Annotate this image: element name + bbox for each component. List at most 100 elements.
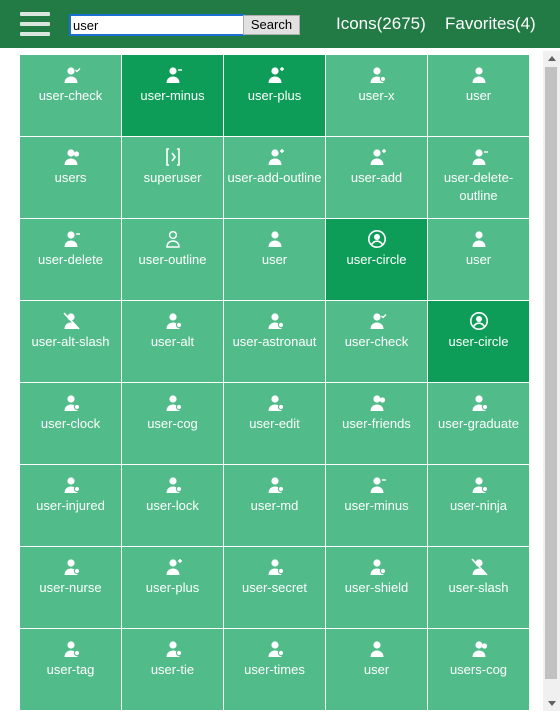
icon-tile[interactable]: user-clock: [20, 383, 121, 464]
icon-tile[interactable]: user-plus: [224, 55, 325, 136]
icon-tile[interactable]: user: [428, 219, 529, 300]
user-tie-icon: [163, 639, 183, 659]
user-times-icon: [265, 639, 285, 659]
icon-tile-label: user-delete: [37, 252, 104, 267]
icon-tile[interactable]: user: [428, 55, 529, 136]
icon-tile[interactable]: user-add: [326, 137, 427, 218]
icon-tile-label: user-tie: [150, 662, 195, 677]
search-input[interactable]: [69, 14, 245, 36]
icon-tile[interactable]: user-minus: [326, 465, 427, 546]
icon-tile[interactable]: user: [224, 219, 325, 300]
icon-tile-label: user-nurse: [39, 580, 102, 595]
icon-tile[interactable]: user-nurse: [20, 547, 121, 628]
icon-tile-label: user-lock: [146, 498, 199, 513]
user-astronaut-icon: [265, 311, 285, 331]
icon-tile-label: user: [465, 88, 492, 103]
icon-tile-label: user-times: [244, 662, 305, 677]
user-check-icon: [367, 311, 387, 331]
user-tag-icon: [61, 639, 81, 659]
icon-tile-label: user-add: [350, 170, 403, 185]
user-circle-icon: [469, 311, 489, 331]
icon-tile[interactable]: user-cog: [122, 383, 223, 464]
user-add-outline-icon: [265, 147, 285, 167]
icon-tile-label: user-minus: [344, 498, 409, 513]
icon-tile[interactable]: superuser: [122, 137, 223, 218]
icon-tile-label: user-plus: [247, 88, 302, 103]
user-icon: [469, 229, 489, 249]
user-slash-icon: [469, 557, 489, 577]
icon-tile[interactable]: users: [20, 137, 121, 218]
icon-tile[interactable]: user-shield: [326, 547, 427, 628]
icon-tile[interactable]: user-tag: [20, 629, 121, 710]
icon-tile[interactable]: user-lock: [122, 465, 223, 546]
icon-tile-label: user-friends: [342, 416, 411, 431]
icon-tile[interactable]: user-ninja: [428, 465, 529, 546]
users-cog-icon: [469, 639, 489, 659]
scroll-down-arrow[interactable]: [543, 696, 560, 711]
icon-tile[interactable]: user-delete: [20, 219, 121, 300]
icon-tile[interactable]: user-alt-slash: [20, 301, 121, 382]
icon-tile[interactable]: user-check: [326, 301, 427, 382]
user-nurse-icon: [61, 557, 81, 577]
icon-tile[interactable]: user-add-outline: [224, 137, 325, 218]
icon-tile-label: user-graduate: [438, 416, 519, 431]
menu-icon[interactable]: [20, 12, 50, 36]
icon-tile[interactable]: user-alt: [122, 301, 223, 382]
icon-tile[interactable]: user-slash: [428, 547, 529, 628]
icon-tile[interactable]: user-outline: [122, 219, 223, 300]
user-outline-icon: [163, 229, 183, 249]
icon-tile-label: user-x: [358, 88, 395, 103]
icon-tile[interactable]: user-times: [224, 629, 325, 710]
icon-tile-label: user: [261, 252, 288, 267]
icon-tile-label: user-delete-outline: [443, 170, 514, 203]
icon-tile[interactable]: users-cog: [428, 629, 529, 710]
icon-tile[interactable]: user-delete-outline: [428, 137, 529, 218]
user-minus-icon: [367, 475, 387, 495]
user-check-icon: [61, 65, 81, 85]
icon-tile[interactable]: user-md: [224, 465, 325, 546]
icon-tile[interactable]: user: [326, 629, 427, 710]
icon-tile[interactable]: user-circle: [326, 219, 427, 300]
icon-tile-label: user-ninja: [449, 498, 508, 513]
scrollbar[interactable]: [543, 51, 560, 711]
scroll-up-arrow[interactable]: [543, 51, 560, 66]
icon-tile-label: user-alt: [150, 334, 195, 349]
icon-tile[interactable]: user-friends: [326, 383, 427, 464]
user-icon: [469, 65, 489, 85]
icon-tile-label: users: [54, 170, 87, 185]
scrollbar-thumb[interactable]: [545, 67, 557, 679]
icon-tile-label: user-clock: [40, 416, 101, 431]
icon-tile-label: user-outline: [138, 252, 207, 267]
icon-tile-label: user-alt-slash: [31, 334, 110, 349]
icon-tile-label: users-cog: [449, 662, 508, 677]
icon-tile[interactable]: user-tie: [122, 629, 223, 710]
superuser-icon: [163, 147, 183, 167]
user-ninja-icon: [469, 475, 489, 495]
user-delete-outline-icon: [469, 147, 489, 167]
icon-tile-label: superuser: [143, 170, 202, 185]
icon-tile-label: user-minus: [140, 88, 205, 103]
icon-tile[interactable]: user-edit: [224, 383, 325, 464]
icon-tile[interactable]: user-minus: [122, 55, 223, 136]
user-secret-icon: [265, 557, 285, 577]
icons-link[interactable]: Icons(2675): [336, 14, 426, 34]
favorites-link[interactable]: Favorites(4): [445, 14, 536, 34]
icon-tile[interactable]: user-astronaut: [224, 301, 325, 382]
user-shield-icon: [367, 557, 387, 577]
user-friends-icon: [367, 393, 387, 413]
icon-tile[interactable]: user-x: [326, 55, 427, 136]
icon-tile-label: user-circle: [346, 252, 407, 267]
icon-tile[interactable]: user-secret: [224, 547, 325, 628]
icon-tile-label: user: [465, 252, 492, 267]
icon-tile[interactable]: user-check: [20, 55, 121, 136]
icon-tile[interactable]: user-circle: [428, 301, 529, 382]
user-md-icon: [265, 475, 285, 495]
icon-tile[interactable]: user-plus: [122, 547, 223, 628]
icon-tile-label: user-plus: [145, 580, 200, 595]
users-icon: [61, 147, 81, 167]
icon-tile[interactable]: user-graduate: [428, 383, 529, 464]
user-alt-slash-icon: [61, 311, 81, 331]
search-button[interactable]: Search: [243, 15, 300, 35]
icon-tile[interactable]: user-injured: [20, 465, 121, 546]
user-alt-icon: [163, 311, 183, 331]
